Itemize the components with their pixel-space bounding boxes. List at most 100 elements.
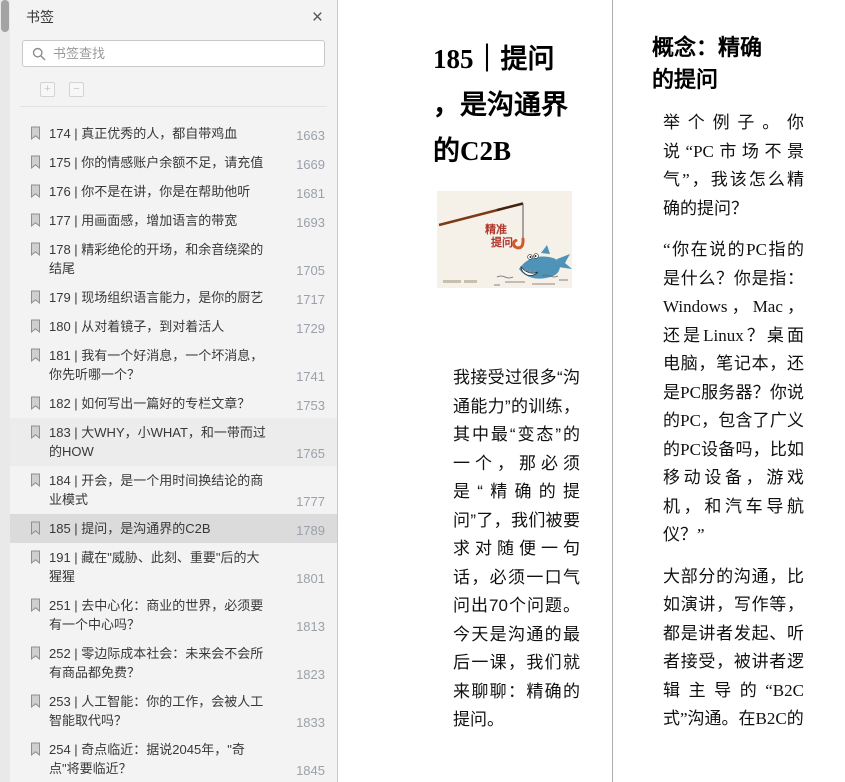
bookmark-icon bbox=[31, 425, 40, 439]
illustration-caption-line: 精准 bbox=[485, 222, 507, 236]
bookmark-label: 185 | 提问，是沟通界的C2B bbox=[49, 521, 211, 536]
bookmark-label: 174 | 真正优秀的人，都自带鸡血 bbox=[49, 126, 238, 141]
sidebar-scrollbar[interactable] bbox=[0, 0, 10, 782]
bookmarks-panel: 书签 × + − 174 | 真正优秀的人，都自带鸡血 1 bbox=[10, 0, 338, 782]
section-heading: 概念：精确 的提问 bbox=[652, 32, 812, 96]
bookmark-item[interactable]: 185 | 提问，是沟通界的C2B 1789 bbox=[10, 514, 337, 543]
bookmark-page-number: 1717 bbox=[296, 292, 325, 307]
bookmark-icon bbox=[31, 521, 40, 535]
expand-all-icon[interactable]: + bbox=[40, 82, 55, 97]
chapter-title-line: 185｜提问 bbox=[433, 44, 555, 74]
bookmark-icon bbox=[31, 694, 40, 708]
bookmark-icon bbox=[31, 213, 40, 227]
bookmark-page-number: 1823 bbox=[296, 667, 325, 682]
bookmark-page-number: 1777 bbox=[296, 494, 325, 509]
bookmark-label: 253 | 人工智能：你的工作，会被人工智能取代吗？ bbox=[49, 694, 264, 728]
bookmark-item[interactable]: 179 | 现场组织语言能力，是你的厨艺 1717 bbox=[10, 283, 337, 312]
bookmark-label: 178 | 精彩绝伦的开场，和余音绕梁的结尾 bbox=[49, 242, 264, 276]
panel-title: 书签 bbox=[26, 9, 54, 25]
bookmark-label: 183 | 大WHY，小WHAT，和一带而过的HOW bbox=[49, 425, 266, 459]
section-paragraphs: 举个例子。你说“PC市场不景气”，我该怎么精确的提问？ “你在说的PC指的是什么… bbox=[663, 109, 804, 734]
bookmark-icon bbox=[31, 396, 40, 410]
bookmark-item[interactable]: 180 | 从对着镜子，到对着活人 1729 bbox=[10, 312, 337, 341]
search-icon bbox=[32, 47, 46, 60]
bookmark-icon bbox=[31, 155, 40, 169]
bookmark-icon bbox=[31, 242, 40, 256]
illustration-caption-line: 提问 bbox=[491, 235, 513, 249]
page-column-right: 概念：精确 的提问 举个例子。你说“PC市场不景气”，我该怎么精确的提问？ “你… bbox=[613, 0, 845, 782]
bookmark-label: 182 | 如何写出一篇好的专栏文章？ bbox=[49, 396, 251, 411]
bookmark-item[interactable]: 183 | 大WHY，小WHAT，和一带而过的HOW 1765 bbox=[10, 418, 337, 466]
bookmark-icon bbox=[31, 646, 40, 660]
scrollbar-thumb[interactable] bbox=[1, 0, 9, 32]
bookmark-page-number: 1789 bbox=[296, 523, 325, 538]
bookmark-page-number: 1705 bbox=[296, 263, 325, 278]
close-icon[interactable]: × bbox=[312, 8, 323, 27]
bookmark-page-number: 1813 bbox=[296, 619, 325, 634]
bookmark-search-box[interactable] bbox=[22, 40, 325, 67]
bookmark-icon bbox=[31, 184, 40, 198]
bookmark-icon bbox=[31, 126, 40, 140]
bookmark-item[interactable]: 175 | 你的情感账户余额不足，请充值 1669 bbox=[10, 148, 337, 177]
bookmark-item[interactable]: 176 | 你不是在讲，你是在帮助他听 1681 bbox=[10, 177, 337, 206]
section-paragraph: “你在说的PC指的是什么？你是指：Windows，Mac，还是Linux？桌面电… bbox=[663, 240, 804, 544]
bookmark-label: 177 | 用画面感，增加语言的带宽 bbox=[49, 213, 238, 228]
chapter-title: 185｜提问 ，是沟通界 的C2B bbox=[433, 36, 611, 174]
chapter-title-line: 的C2B bbox=[433, 136, 512, 166]
chapter-title-line: ，是沟通界 bbox=[433, 90, 568, 120]
bookmarks-header: 书签 × bbox=[10, 0, 337, 32]
bookmark-icon bbox=[31, 348, 40, 362]
bookmark-item[interactable]: 253 | 人工智能：你的工作，会被人工智能取代吗？ 1833 bbox=[10, 687, 337, 735]
bookmark-label: 180 | 从对着镜子，到对着活人 bbox=[49, 319, 225, 334]
section-paragraph: 大部分的沟通，比如演讲，写作等，都是讲者发起、听者接受，被讲者逻辑主导的“B2C… bbox=[663, 566, 804, 729]
bookmark-page-number: 1753 bbox=[296, 398, 325, 413]
bookmark-label: 251 | 去中心化：商业的世界，必须要有一个中心吗？ bbox=[49, 598, 264, 632]
bookmark-item[interactable]: 177 | 用画面感，增加语言的带宽 1693 bbox=[10, 206, 337, 235]
chapter-illustration: 精准 提问 bbox=[437, 191, 572, 288]
page-column-left: 185｜提问 ，是沟通界 的C2B 精准 提问 我接受过很多“沟通能力”的训练，… bbox=[338, 0, 612, 782]
bookmark-page-number: 1801 bbox=[296, 571, 325, 586]
bookmark-item[interactable]: 254 | 奇点临近：据说2045年，"奇点"将要临近？ 1845 bbox=[10, 735, 337, 782]
bookmark-page-number: 1729 bbox=[296, 321, 325, 336]
bookmark-item[interactable]: 252 | 零边际成本社会：未来会不会所有商品都免费？ 1823 bbox=[10, 639, 337, 687]
bookmark-page-number: 1681 bbox=[296, 186, 325, 201]
article-paragraph: 我接受过很多“沟通能力”的训练，其中最“变态”的一个，那必须是“精确的提问”了，… bbox=[453, 368, 580, 729]
bookmark-label: 176 | 你不是在讲，你是在帮助他听 bbox=[49, 184, 251, 199]
document-view: 185｜提问 ，是沟通界 的C2B 精准 提问 我接受过很多“沟通能力”的训练，… bbox=[338, 0, 845, 782]
bookmark-label: 179 | 现场组织语言能力，是你的厨艺 bbox=[49, 290, 264, 305]
bookmark-page-number: 1845 bbox=[296, 763, 325, 778]
bookmark-page-number: 1669 bbox=[296, 157, 325, 172]
bookmark-item[interactable]: 182 | 如何写出一篇好的专栏文章？ 1753 bbox=[10, 389, 337, 418]
section-heading-line: 概念：精确 bbox=[652, 35, 763, 60]
bookmark-label: 254 | 奇点临近：据说2045年，"奇点"将要临近？ bbox=[49, 742, 245, 776]
bookmark-icon bbox=[31, 550, 40, 564]
bookmark-page-number: 1765 bbox=[296, 446, 325, 461]
bookmark-search-input[interactable] bbox=[53, 46, 315, 61]
bookmark-list: 174 | 真正优秀的人，都自带鸡血 1663 175 | 你的情感账户余额不足… bbox=[10, 107, 337, 782]
bookmark-item[interactable]: 251 | 去中心化：商业的世界，必须要有一个中心吗？ 1813 bbox=[10, 591, 337, 639]
bookmark-icon bbox=[31, 742, 40, 756]
bookmark-page-number: 1693 bbox=[296, 215, 325, 230]
credit-marks bbox=[443, 280, 477, 283]
bookmark-item[interactable]: 178 | 精彩绝伦的开场，和余音绕梁的结尾 1705 bbox=[10, 235, 337, 283]
bookmark-icon bbox=[31, 598, 40, 612]
bookmark-page-number: 1741 bbox=[296, 369, 325, 384]
bookmark-label: 191 | 藏在"威胁、此刻、重要"后的大猩猩 bbox=[49, 550, 260, 584]
collapse-all-icon[interactable]: − bbox=[69, 82, 84, 97]
bookmark-tools: + − bbox=[40, 82, 337, 97]
bookmark-item[interactable]: 184 | 开会，是一个用时间换结论的商业模式 1777 bbox=[10, 466, 337, 514]
section-heading-line: 的提问 bbox=[652, 67, 719, 92]
bookmark-icon bbox=[31, 290, 40, 304]
bookmark-label: 175 | 你的情感账户余额不足，请充值 bbox=[49, 155, 264, 170]
bookmark-page-number: 1663 bbox=[296, 128, 325, 143]
bookmark-label: 181 | 我有一个好消息，一个坏消息，你先听哪一个？ bbox=[49, 348, 264, 382]
bookmark-item[interactable]: 174 | 真正优秀的人，都自带鸡血 1663 bbox=[10, 119, 337, 148]
bookmark-icon bbox=[31, 473, 40, 487]
bookmark-item[interactable]: 181 | 我有一个好消息，一个坏消息，你先听哪一个？ 1741 bbox=[10, 341, 337, 389]
bookmark-label: 184 | 开会，是一个用时间换结论的商业模式 bbox=[49, 473, 264, 507]
bookmark-page-number: 1833 bbox=[296, 715, 325, 730]
bookmark-label: 252 | 零边际成本社会：未来会不会所有商品都免费？ bbox=[49, 646, 264, 680]
bookmark-item[interactable]: 191 | 藏在"威胁、此刻、重要"后的大猩猩 1801 bbox=[10, 543, 337, 591]
bookmark-icon bbox=[31, 319, 40, 333]
app-window: 书签 × + − 174 | 真正优秀的人，都自带鸡血 1 bbox=[0, 0, 845, 782]
